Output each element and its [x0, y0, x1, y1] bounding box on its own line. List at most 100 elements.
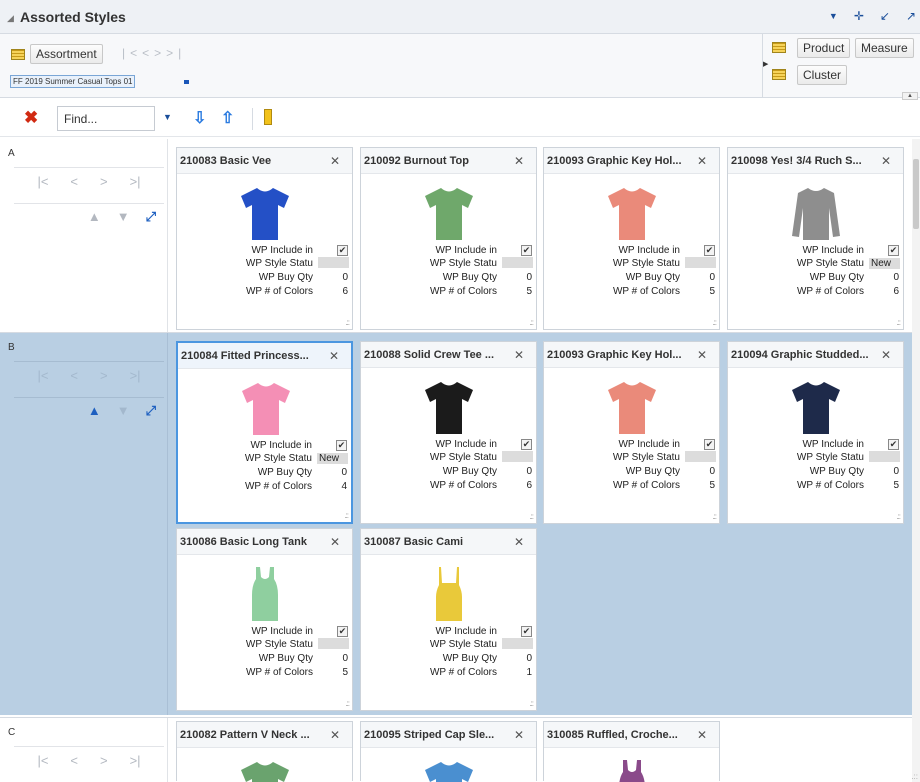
- resize-grip-icon[interactable]: .::: [712, 512, 717, 521]
- collapse-icon[interactable]: ↙: [880, 9, 890, 23]
- scrollbar-thumb[interactable]: [913, 159, 919, 229]
- colors-value[interactable]: 1: [502, 667, 532, 678]
- buy-qty-value[interactable]: 0: [685, 272, 715, 283]
- colors-value[interactable]: 6: [318, 286, 348, 297]
- card-title[interactable]: 210084 Fitted Princess... ✕: [178, 343, 351, 369]
- next-icon[interactable]: >: [100, 368, 108, 387]
- first-icon[interactable]: |<: [37, 753, 48, 772]
- buy-qty-value[interactable]: 0: [502, 653, 532, 664]
- last-icon[interactable]: >|: [166, 46, 186, 60]
- product-card[interactable]: 210094 Graphic Studded... ✕ WP Include in ✔…: [727, 341, 904, 524]
- product-card[interactable]: 210092 Burnout Top ✕ WP Include in ✔ WP Styl…: [360, 147, 537, 330]
- product-card[interactable]: 210083 Basic Vee ✕ WP Include in ✔ WP Style …: [176, 147, 353, 330]
- expand-icon[interactable]: ↗: [906, 9, 916, 23]
- resize-grip-icon[interactable]: .::: [529, 318, 534, 327]
- prev-icon[interactable]: <: [70, 753, 78, 772]
- last-icon[interactable]: >|: [130, 174, 141, 193]
- dropdown-icon[interactable]: ▼: [829, 11, 838, 23]
- prev-icon[interactable]: <: [70, 368, 78, 387]
- buy-qty-value[interactable]: 0: [502, 272, 532, 283]
- clear-icon[interactable]: ✖: [24, 108, 38, 128]
- colors-value[interactable]: 6: [869, 286, 899, 297]
- product-card[interactable]: 310087 Basic Cami ✕ WP Include in ✔ WP Style…: [360, 528, 537, 711]
- card-title[interactable]: 210083 Basic Vee ✕: [177, 148, 352, 174]
- product-card[interactable]: 210084 Fitted Princess... ✕ WP Include in ✔…: [176, 341, 353, 524]
- panel-toggle-icon[interactable]: ▶: [763, 60, 768, 68]
- prev-icon[interactable]: <: [70, 174, 78, 193]
- last-icon[interactable]: >|: [130, 368, 141, 387]
- close-icon[interactable]: ✕: [330, 535, 340, 549]
- next-icon[interactable]: >: [100, 753, 108, 772]
- move-icon[interactable]: ✛: [854, 9, 864, 23]
- status-value[interactable]: [685, 256, 716, 268]
- colors-value[interactable]: 5: [685, 286, 715, 297]
- buy-qty-value[interactable]: 0: [869, 466, 899, 477]
- prev-icon[interactable]: <: [142, 46, 154, 60]
- resize-grip-icon[interactable]: .::: [345, 318, 350, 327]
- product-card[interactable]: 210082 Pattern V Neck ... ✕: [176, 721, 353, 782]
- include-checkbox[interactable]: ✔: [337, 245, 348, 256]
- first-icon[interactable]: |<: [37, 174, 48, 193]
- status-value[interactable]: [502, 256, 533, 268]
- card-title[interactable]: 210088 Solid Crew Tee ... ✕: [361, 342, 536, 368]
- vertical-scrollbar[interactable]: [912, 139, 920, 782]
- colors-value[interactable]: 5: [318, 667, 348, 678]
- move-down-icon[interactable]: ▼: [117, 403, 130, 423]
- status-value[interactable]: [502, 450, 533, 462]
- buy-qty-value[interactable]: 0: [685, 466, 715, 477]
- close-icon[interactable]: ✕: [697, 728, 707, 742]
- resize-grip-icon[interactable]: .::: [911, 772, 918, 781]
- close-icon[interactable]: ✕: [514, 348, 524, 362]
- buy-qty-value[interactable]: 0: [318, 653, 348, 664]
- resize-grip-icon[interactable]: .::: [896, 512, 901, 521]
- card-title[interactable]: 310087 Basic Cami ✕: [361, 529, 536, 555]
- card-title[interactable]: 210092 Burnout Top ✕: [361, 148, 536, 174]
- resize-grip-icon[interactable]: .::: [344, 511, 349, 520]
- card-title[interactable]: 210093 Graphic Key Hol... ✕: [544, 342, 719, 368]
- card-title[interactable]: 210098 Yes! 3/4 Ruch S... ✕: [728, 148, 903, 174]
- status-value[interactable]: [869, 450, 900, 462]
- next-icon[interactable]: >: [154, 46, 166, 60]
- card-title[interactable]: 310085 Ruffled, Croche... ✕: [544, 722, 719, 748]
- find-next-icon[interactable]: ⇩: [193, 108, 206, 128]
- next-icon[interactable]: >: [100, 174, 108, 193]
- close-icon[interactable]: ✕: [514, 728, 524, 742]
- card-title[interactable]: 210094 Graphic Studded... ✕: [728, 342, 903, 368]
- colors-value[interactable]: 5: [502, 286, 532, 297]
- scroll-up-icon[interactable]: ▲: [902, 92, 918, 100]
- product-card[interactable]: 210098 Yes! 3/4 Ruch S... ✕ WP Include in ✔…: [727, 147, 904, 330]
- include-checkbox[interactable]: ✔: [704, 245, 715, 256]
- close-icon[interactable]: ✕: [881, 154, 891, 168]
- move-down-icon[interactable]: ▼: [117, 209, 130, 229]
- resize-grip-icon[interactable]: .::: [529, 512, 534, 521]
- close-icon[interactable]: ✕: [329, 349, 339, 363]
- include-checkbox[interactable]: ✔: [521, 626, 532, 637]
- close-icon[interactable]: ✕: [697, 154, 707, 168]
- move-up-icon[interactable]: ▲: [88, 403, 101, 423]
- product-button[interactable]: Product: [797, 38, 851, 58]
- cluster-button[interactable]: Cluster: [797, 65, 848, 85]
- find-input[interactable]: Find...: [57, 106, 155, 131]
- colors-value[interactable]: 6: [502, 480, 532, 491]
- assortment-button[interactable]: Assortment: [30, 44, 103, 64]
- resize-grip-icon[interactable]: .::: [896, 318, 901, 327]
- close-icon[interactable]: ✕: [514, 154, 524, 168]
- resize-grip-icon[interactable]: .::: [345, 699, 350, 708]
- current-assortment-chip[interactable]: FF 2019 Summer Casual Tops 01: [10, 75, 136, 88]
- product-card[interactable]: 210088 Solid Crew Tee ... ✕ WP Include in ✔…: [360, 341, 537, 524]
- colors-value[interactable]: 5: [869, 480, 899, 491]
- card-title[interactable]: 210082 Pattern V Neck ... ✕: [177, 722, 352, 748]
- include-checkbox[interactable]: ✔: [704, 439, 715, 450]
- find-previous-icon[interactable]: ⇧: [221, 108, 234, 128]
- detach-icon[interactable]: [264, 109, 272, 125]
- product-card[interactable]: 310085 Ruffled, Croche... ✕: [543, 721, 720, 782]
- close-icon[interactable]: ✕: [881, 348, 891, 362]
- product-card[interactable]: 210095 Striped Cap Sle... ✕: [360, 721, 537, 782]
- card-title[interactable]: 310086 Basic Long Tank ✕: [177, 529, 352, 555]
- measure-button[interactable]: Measure: [855, 38, 914, 58]
- last-icon[interactable]: >|: [130, 753, 141, 772]
- status-value[interactable]: [502, 637, 533, 649]
- expand-group-icon[interactable]: ⤢: [146, 209, 156, 229]
- close-icon[interactable]: ✕: [330, 154, 340, 168]
- first-icon[interactable]: |<: [37, 368, 48, 387]
